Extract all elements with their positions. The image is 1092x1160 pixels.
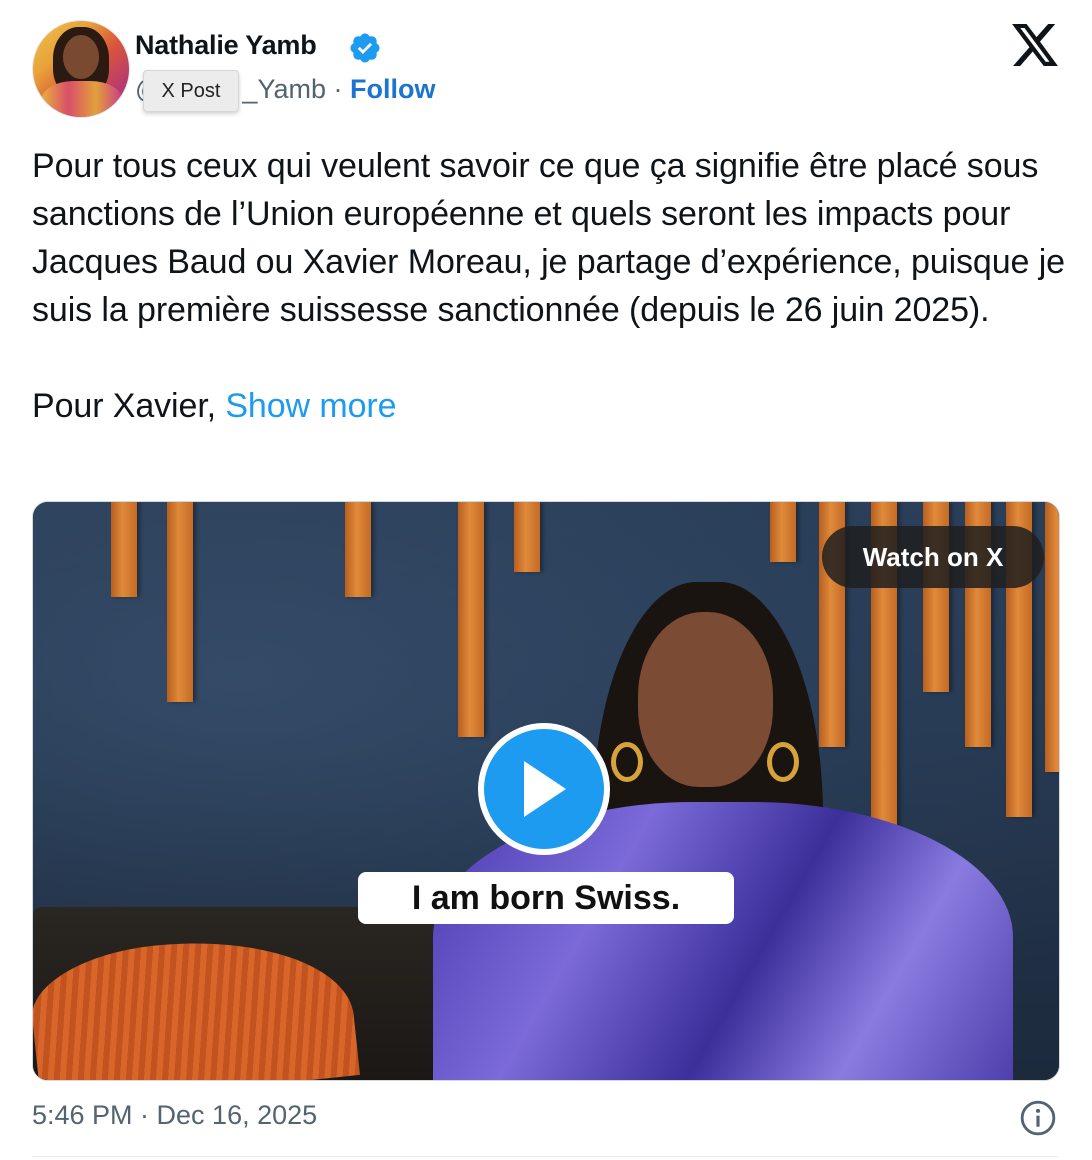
video-player[interactable]: Watch on X I am born Swiss. <box>32 501 1060 1081</box>
earring-left <box>611 742 643 782</box>
wall-slat <box>458 502 484 737</box>
wall-slat <box>345 502 371 597</box>
wall-slat <box>514 502 540 572</box>
avatar-face <box>63 35 99 79</box>
info-icon[interactable] <box>1019 1099 1057 1137</box>
author-name[interactable]: Nathalie Yamb <box>135 30 317 61</box>
verified-badge-icon <box>350 33 380 63</box>
video-caption: I am born Swiss. <box>358 872 734 924</box>
tweet-text: Pour tous ceux qui veulent savoir ce que… <box>32 142 1072 430</box>
show-more-link[interactable]: Show more <box>225 387 396 425</box>
x-logo-icon[interactable] <box>1012 24 1058 66</box>
tweet-timestamp[interactable]: 5:46 PM · Dec 16, 2025 <box>32 1100 317 1131</box>
wall-slat <box>770 502 796 562</box>
person-face <box>638 612 773 787</box>
watch-on-x-button[interactable]: Watch on X <box>822 526 1044 588</box>
tweet-embed-card: Nathalie Yamb @_Yamb · Follow X Post Pou… <box>0 0 1092 1160</box>
wall-slat <box>167 502 193 702</box>
tweet-paragraph-2: Pour Xavier, Show more <box>32 382 1072 430</box>
author-handle-tail[interactable]: _Yamb <box>242 74 326 104</box>
tweet-paragraph-2-text: Pour Xavier, <box>32 387 226 425</box>
bottom-divider <box>32 1156 1058 1157</box>
author-avatar[interactable] <box>32 20 130 118</box>
wall-slat <box>111 502 137 597</box>
avatar-dress <box>41 81 123 117</box>
play-button[interactable] <box>478 723 610 855</box>
separator-dot: · <box>333 74 343 104</box>
tooltip: X Post <box>143 70 239 112</box>
earring-right <box>767 742 799 782</box>
wall-slat <box>1045 502 1059 772</box>
follow-button[interactable]: Follow <box>350 74 435 104</box>
tweet-paragraph: Pour tous ceux qui veulent savoir ce que… <box>32 147 1065 329</box>
play-icon <box>524 761 566 817</box>
